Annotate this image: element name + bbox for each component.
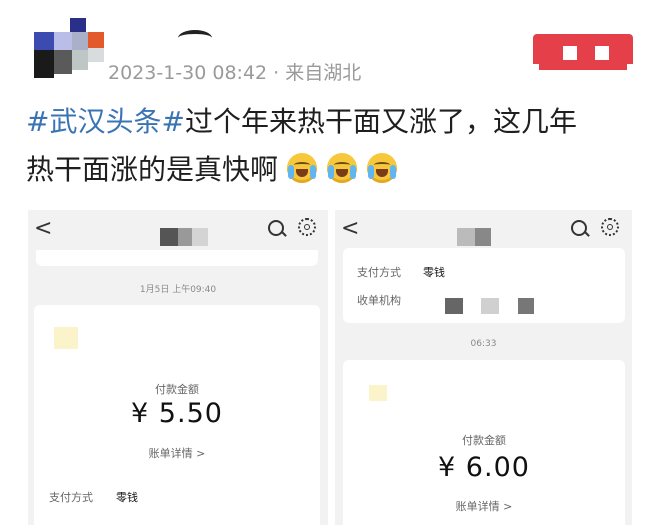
amount-label: 付款金额 — [462, 434, 506, 447]
post-meta: 2023-1-30 08:42 · 来自湖北 — [108, 58, 361, 85]
post-location: 来自湖北 — [285, 62, 362, 84]
post-text: #武汉头条#过个年来热干面又涨了，这几年 热干面涨的是真快啊 — [26, 98, 636, 194]
crying-laughing-icon — [326, 153, 357, 183]
avatar[interactable] — [34, 18, 106, 78]
crying-laughing-icon — [286, 153, 317, 183]
username-redacted — [178, 30, 212, 46]
bill-details-link[interactable]: 账单详情 > — [34, 445, 320, 461]
post-text-line2: 热干面涨的是真快啊 — [26, 153, 279, 186]
payment-amount: ¥ 5.50 — [131, 398, 223, 429]
pay-method-value: 零钱 — [116, 491, 138, 504]
meta-separator: · — [273, 62, 280, 84]
payment-amount: ¥ 6.00 — [438, 452, 530, 483]
search-icon[interactable] — [268, 220, 284, 236]
pay-method-value: 零钱 — [423, 266, 445, 279]
payment-card[interactable]: 付款金额 ¥ 5.50 账单详情 > 支付方式 零钱 — [34, 305, 320, 525]
screenshot-topbar: < — [335, 210, 632, 248]
hashtag-link[interactable]: #武汉头条# — [26, 105, 185, 138]
search-icon[interactable] — [571, 220, 587, 236]
payment-screenshot-right[interactable]: < 支付方式 零钱 收单机构 06:33 付款金额 ¥ 6.00 账单详情 > — [335, 210, 632, 525]
amount-label: 付款金额 — [155, 383, 199, 396]
payment-screenshot-left[interactable]: < 1月5日 上午09:40 付款金额 ¥ 5.50 账单详情 > 支付方式 零… — [28, 210, 328, 525]
post-text-line1: 过个年来热干面又涨了，这几年 — [184, 105, 577, 138]
gear-icon[interactable] — [298, 218, 316, 236]
back-icon[interactable]: < — [341, 216, 359, 241]
card-top — [36, 250, 318, 266]
screenshot-topbar: < — [28, 210, 328, 248]
follow-button-redacted[interactable] — [533, 34, 633, 78]
post-timestamp: 2023-1-30 08:42 — [108, 62, 268, 84]
back-icon[interactable]: < — [34, 216, 52, 241]
pay-method-label: 支付方式 — [49, 491, 93, 504]
merchant-label: 收单机构 — [357, 294, 401, 307]
transaction-date: 1月5日 上午09:40 — [139, 285, 217, 295]
gear-icon[interactable] — [601, 218, 619, 236]
bill-details-link[interactable]: 账单详情 > — [343, 498, 625, 514]
transaction-time: 06:33 — [470, 339, 497, 349]
payment-card[interactable]: 付款金额 ¥ 6.00 账单详情 > — [343, 360, 625, 525]
payment-info-card: 支付方式 零钱 收单机构 — [343, 248, 625, 323]
pay-method-label: 支付方式 — [357, 266, 401, 279]
crying-laughing-icon — [366, 153, 397, 183]
